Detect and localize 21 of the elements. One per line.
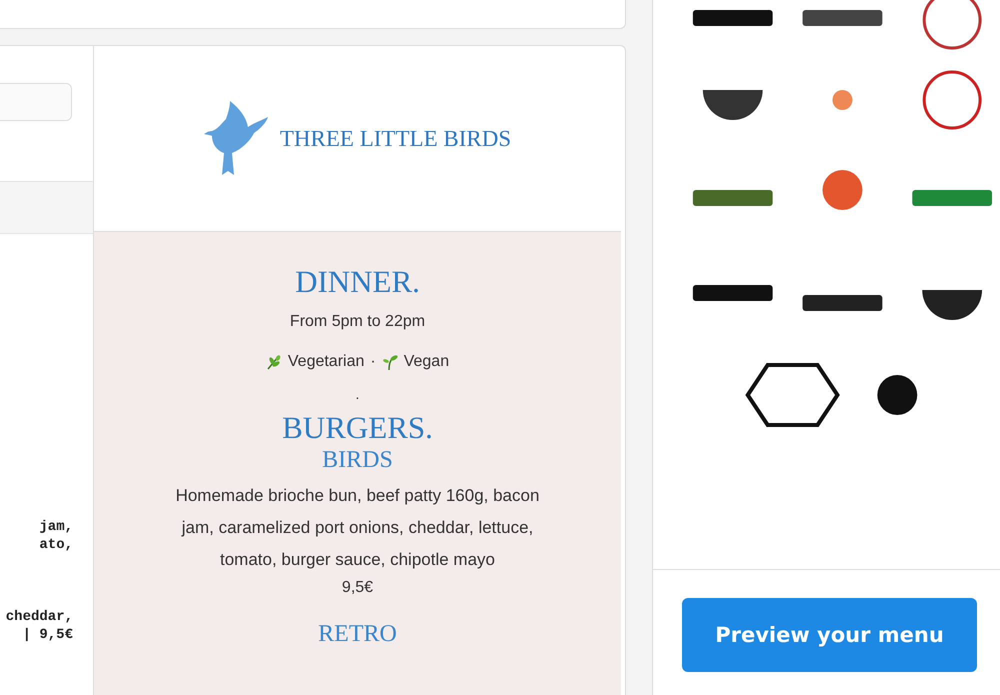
category-title: BURGERS. bbox=[282, 410, 433, 446]
leaf-icon bbox=[266, 354, 282, 370]
code-line: jam, bbox=[39, 518, 73, 536]
sprout-icon bbox=[382, 354, 398, 370]
dish-name: BIRDS bbox=[322, 446, 393, 474]
code-line: | 9,5€ bbox=[22, 626, 73, 644]
diet-label: Vegetarian bbox=[288, 352, 364, 372]
separator-dot: · bbox=[370, 352, 376, 372]
diet-label: Vegan bbox=[404, 352, 450, 372]
divider-dot: . bbox=[356, 385, 360, 404]
dish-price: 9,5€ bbox=[342, 578, 374, 598]
code-line: cheddar, bbox=[6, 608, 73, 626]
input-field[interactable] bbox=[0, 83, 72, 121]
bird-logo-icon bbox=[204, 100, 268, 176]
code-line: ato, bbox=[39, 536, 73, 554]
menu-title: DINNER. bbox=[295, 264, 420, 300]
hours-text: From 5pm to 22pm bbox=[290, 312, 426, 332]
dish-name: RETRO bbox=[318, 620, 397, 648]
restaurant-name: THREE LITTLE BIRDS bbox=[280, 126, 512, 152]
preview-menu-button[interactable]: Preview your menu bbox=[682, 598, 977, 672]
dish-description: Homemade brioche bun, beef patty 160g, bacon jam, caramelized port onions, cheddar, lettuce, tomato, burger sauce, chipotle mayo bbox=[174, 485, 540, 571]
